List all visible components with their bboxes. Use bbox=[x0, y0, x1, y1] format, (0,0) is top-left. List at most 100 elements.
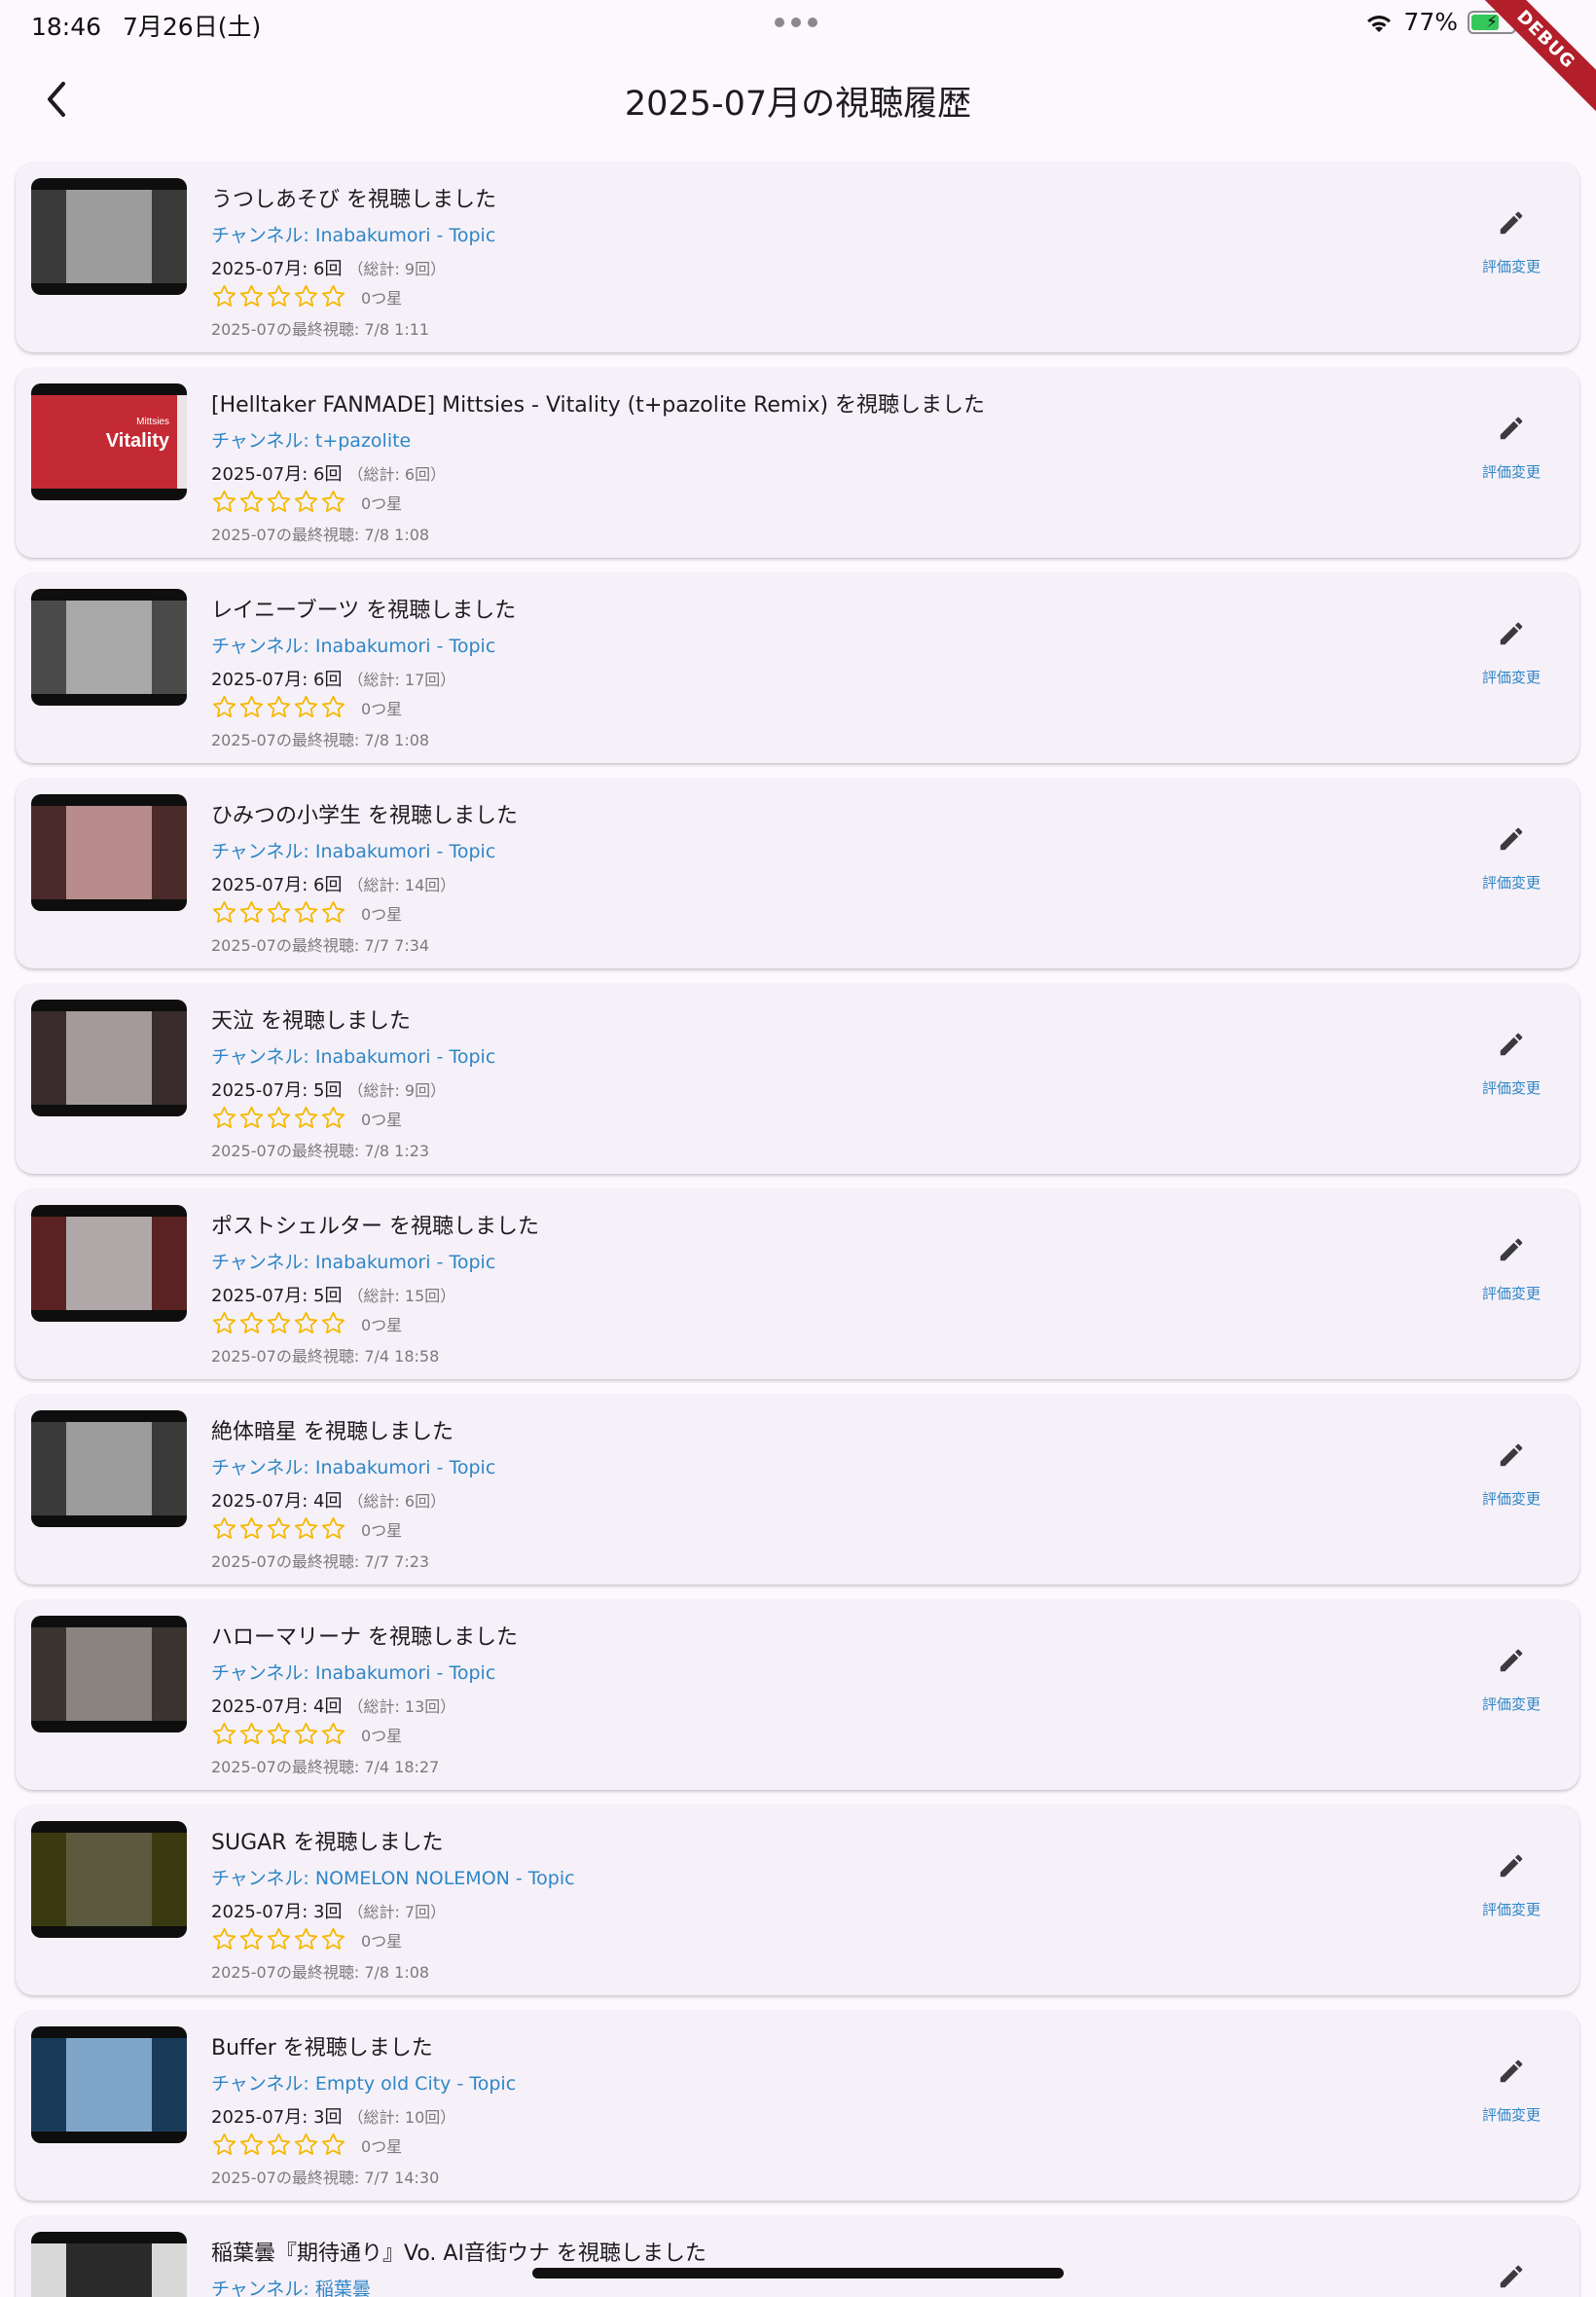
channel-name[interactable]: チャンネル: Inabakumori - Topic bbox=[211, 632, 495, 658]
history-card[interactable]: SUGAR を視聴しました チャンネル: NOMELON NOLEMON - T… bbox=[16, 1805, 1579, 1995]
star-rating[interactable]: 0つ星 bbox=[211, 283, 402, 310]
channel-name[interactable]: チャンネル: Inabakumori - Topic bbox=[211, 1248, 495, 1274]
edit-rating-area[interactable]: 評価変更 bbox=[1472, 1023, 1550, 1098]
star-outline-icon[interactable] bbox=[238, 1310, 265, 1336]
star-outline-icon[interactable] bbox=[293, 899, 319, 926]
star-rating[interactable]: 0つ星 bbox=[211, 1721, 402, 1747]
star-outline-icon[interactable] bbox=[320, 1105, 346, 1131]
home-indicator[interactable] bbox=[532, 2268, 1064, 2279]
star-outline-icon[interactable] bbox=[238, 1105, 265, 1131]
star-outline-icon[interactable] bbox=[266, 1926, 292, 1952]
history-card[interactable]: 天泣 を視聴しました チャンネル: Inabakumori - Topic 20… bbox=[16, 984, 1579, 1174]
channel-name[interactable]: チャンネル: t+pazolite bbox=[211, 426, 411, 453]
star-outline-icon[interactable] bbox=[293, 1105, 319, 1131]
star-outline-icon[interactable] bbox=[211, 489, 237, 515]
history-card[interactable]: Buffer を視聴しました チャンネル: Empty old City - T… bbox=[16, 2011, 1579, 2201]
star-outline-icon[interactable] bbox=[238, 1926, 265, 1952]
star-outline-icon[interactable] bbox=[238, 2132, 265, 2158]
edit-rating-area[interactable]: 評価変更 bbox=[1472, 612, 1550, 687]
star-outline-icon[interactable] bbox=[320, 1721, 346, 1747]
star-outline-icon[interactable] bbox=[238, 283, 265, 310]
star-rating[interactable]: 0つ星 bbox=[211, 1105, 402, 1131]
star-rating[interactable]: 0つ星 bbox=[211, 2132, 402, 2158]
channel-name[interactable]: チャンネル: Empty old City - Topic bbox=[211, 2069, 516, 2096]
edit-rating-button[interactable] bbox=[1490, 612, 1533, 655]
channel-name[interactable]: チャンネル: NOMELON NOLEMON - Topic bbox=[211, 1864, 575, 1890]
star-outline-icon[interactable] bbox=[211, 1721, 237, 1747]
star-outline-icon[interactable] bbox=[238, 489, 265, 515]
star-outline-icon[interactable] bbox=[266, 694, 292, 720]
channel-name[interactable]: チャンネル: Inabakumori - Topic bbox=[211, 221, 495, 247]
channel-name[interactable]: チャンネル: Inabakumori - Topic bbox=[211, 1453, 495, 1479]
history-card[interactable]: うつしあそび を視聴しました チャンネル: Inabakumori - Topi… bbox=[16, 163, 1579, 352]
star-outline-icon[interactable] bbox=[211, 1926, 237, 1952]
video-thumbnail[interactable] bbox=[31, 1616, 187, 1732]
star-rating[interactable]: 0つ星 bbox=[211, 1515, 402, 1542]
star-outline-icon[interactable] bbox=[320, 1310, 346, 1336]
channel-name[interactable]: チャンネル: 稲葉曇 bbox=[211, 2275, 371, 2297]
star-outline-icon[interactable] bbox=[293, 1926, 319, 1952]
star-outline-icon[interactable] bbox=[293, 1310, 319, 1336]
edit-rating-area[interactable]: 評価変更 bbox=[1472, 1639, 1550, 1714]
star-outline-icon[interactable] bbox=[211, 1515, 237, 1542]
star-outline-icon[interactable] bbox=[266, 1105, 292, 1131]
star-outline-icon[interactable] bbox=[293, 283, 319, 310]
star-outline-icon[interactable] bbox=[293, 694, 319, 720]
video-thumbnail[interactable] bbox=[31, 1821, 187, 1938]
video-thumbnail[interactable] bbox=[31, 178, 187, 295]
star-outline-icon[interactable] bbox=[293, 1721, 319, 1747]
edit-rating-button[interactable] bbox=[1490, 1639, 1533, 1682]
edit-rating-button[interactable] bbox=[1490, 1023, 1533, 1066]
edit-rating-button[interactable] bbox=[1490, 201, 1533, 244]
history-card[interactable]: 稲葉曇『期待通り』Vo. AI音街ウナ を視聴しました チャンネル: 稲葉曇 評… bbox=[16, 2216, 1579, 2297]
history-card[interactable]: ポストシェルター を視聴しました チャンネル: Inabakumori - To… bbox=[16, 1189, 1579, 1379]
edit-rating-area[interactable]: 評価変更 bbox=[1472, 201, 1550, 276]
history-card[interactable]: ハローマリーナ を視聴しました チャンネル: Inabakumori - Top… bbox=[16, 1600, 1579, 1790]
video-thumbnail[interactable] bbox=[31, 1205, 187, 1322]
star-rating[interactable]: 0つ星 bbox=[211, 694, 402, 720]
star-outline-icon[interactable] bbox=[320, 1515, 346, 1542]
star-outline-icon[interactable] bbox=[266, 1310, 292, 1336]
star-outline-icon[interactable] bbox=[320, 1926, 346, 1952]
star-outline-icon[interactable] bbox=[320, 899, 346, 926]
star-rating[interactable]: 0つ星 bbox=[211, 899, 402, 926]
edit-rating-button[interactable] bbox=[1490, 1434, 1533, 1477]
star-outline-icon[interactable] bbox=[211, 899, 237, 926]
star-outline-icon[interactable] bbox=[320, 2132, 346, 2158]
edit-rating-area[interactable]: 評価変更 bbox=[1472, 407, 1550, 482]
star-outline-icon[interactable] bbox=[211, 283, 237, 310]
edit-rating-button[interactable] bbox=[1490, 407, 1533, 450]
star-outline-icon[interactable] bbox=[238, 1515, 265, 1542]
channel-name[interactable]: チャンネル: Inabakumori - Topic bbox=[211, 1659, 495, 1685]
edit-rating-area[interactable]: 評価変更 bbox=[1472, 1844, 1550, 1919]
video-thumbnail[interactable] bbox=[31, 2232, 187, 2297]
star-rating[interactable]: 0つ星 bbox=[211, 1310, 402, 1336]
star-outline-icon[interactable] bbox=[238, 694, 265, 720]
star-outline-icon[interactable] bbox=[266, 283, 292, 310]
edit-rating-area[interactable]: 評価変更 bbox=[1472, 818, 1550, 893]
star-outline-icon[interactable] bbox=[266, 1721, 292, 1747]
edit-rating-area[interactable]: 評価変更 bbox=[1472, 1434, 1550, 1509]
channel-name[interactable]: チャンネル: Inabakumori - Topic bbox=[211, 1042, 495, 1069]
video-thumbnail[interactable]: Mittsies Vitality bbox=[31, 383, 187, 500]
star-rating[interactable]: 0つ星 bbox=[211, 489, 402, 515]
edit-rating-button[interactable] bbox=[1490, 1228, 1533, 1271]
edit-rating-button[interactable] bbox=[1490, 2255, 1533, 2297]
star-outline-icon[interactable] bbox=[238, 1721, 265, 1747]
video-thumbnail[interactable] bbox=[31, 1000, 187, 1116]
star-outline-icon[interactable] bbox=[266, 1515, 292, 1542]
star-outline-icon[interactable] bbox=[266, 489, 292, 515]
multitasking-dots-icon[interactable] bbox=[775, 18, 817, 27]
edit-rating-area[interactable]: 評価変更 bbox=[1472, 2255, 1550, 2297]
edit-rating-button[interactable] bbox=[1490, 1844, 1533, 1887]
star-outline-icon[interactable] bbox=[211, 1310, 237, 1336]
edit-rating-button[interactable] bbox=[1490, 2050, 1533, 2093]
star-outline-icon[interactable] bbox=[266, 899, 292, 926]
star-rating[interactable]: 0つ星 bbox=[211, 1926, 402, 1952]
star-outline-icon[interactable] bbox=[320, 489, 346, 515]
star-outline-icon[interactable] bbox=[320, 694, 346, 720]
edit-rating-button[interactable] bbox=[1490, 818, 1533, 860]
star-outline-icon[interactable] bbox=[320, 283, 346, 310]
video-thumbnail[interactable] bbox=[31, 589, 187, 706]
star-outline-icon[interactable] bbox=[293, 489, 319, 515]
